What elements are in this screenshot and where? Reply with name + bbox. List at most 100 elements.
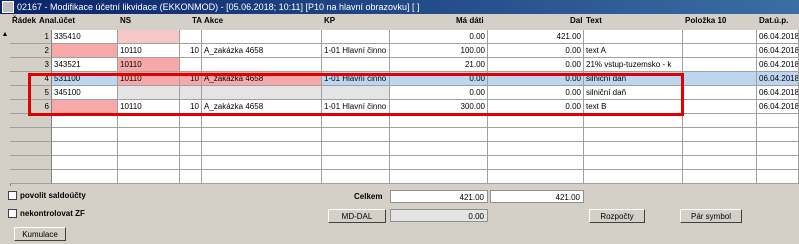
ta-cell[interactable] xyxy=(180,30,202,44)
polozka-cell[interactable] xyxy=(683,44,757,58)
text-cell[interactable]: 21% vstup-tuzemsko - k xyxy=(584,58,683,72)
polozka-cell[interactable] xyxy=(683,100,757,114)
anal-ucet-cell[interactable] xyxy=(52,170,118,184)
dal-cell[interactable]: 0.00 xyxy=(488,86,584,100)
ma-dati-cell[interactable]: 0.00 xyxy=(390,86,488,100)
dat-up-cell[interactable] xyxy=(757,142,799,156)
anal-ucet-cell[interactable] xyxy=(52,44,118,58)
anal-ucet-cell[interactable]: 531100 xyxy=(52,72,118,86)
text-cell[interactable] xyxy=(584,128,683,142)
dal-cell[interactable] xyxy=(488,156,584,170)
ns-cell[interactable] xyxy=(118,142,180,156)
dat-up-cell[interactable]: 06.04.2018 xyxy=(757,86,799,100)
dat-up-cell[interactable] xyxy=(757,128,799,142)
dal-cell[interactable] xyxy=(488,114,584,128)
kp-cell[interactable]: 1-01 Hlavní činno xyxy=(322,44,390,58)
akce-cell[interactable] xyxy=(202,86,322,100)
akce-cell[interactable] xyxy=(202,114,322,128)
ns-cell[interactable]: 10110 xyxy=(118,100,180,114)
row-number-cell[interactable]: 1 xyxy=(10,30,52,44)
ma-dati-cell[interactable] xyxy=(390,128,488,142)
ns-cell[interactable] xyxy=(118,156,180,170)
dat-up-cell[interactable]: 06.04.2018 xyxy=(757,58,799,72)
polozka-cell[interactable] xyxy=(683,114,757,128)
anal-ucet-cell[interactable]: 335410 xyxy=(52,30,118,44)
polozka-cell[interactable] xyxy=(683,58,757,72)
row-number-cell[interactable]: 4 xyxy=(10,72,52,86)
row-number-cell[interactable] xyxy=(10,156,52,170)
ma-dati-cell[interactable] xyxy=(390,114,488,128)
ns-cell[interactable]: 10110 xyxy=(118,58,180,72)
dal-cell[interactable]: 0.00 xyxy=(488,72,584,86)
ta-cell[interactable] xyxy=(180,170,202,184)
anal-ucet-cell[interactable] xyxy=(52,156,118,170)
dat-up-cell[interactable] xyxy=(757,156,799,170)
akce-cell[interactable] xyxy=(202,30,322,44)
anal-ucet-cell[interactable]: 343521 xyxy=(52,58,118,72)
akce-cell[interactable]: A_zakázka 4658 xyxy=(202,72,322,86)
anal-ucet-cell[interactable] xyxy=(52,128,118,142)
dal-cell[interactable] xyxy=(488,170,584,184)
akce-cell[interactable]: A_zakázka 4658 xyxy=(202,44,322,58)
text-cell[interactable]: silniční daň xyxy=(584,86,683,100)
ta-cell[interactable]: 10 xyxy=(180,72,202,86)
polozka-cell[interactable] xyxy=(683,86,757,100)
kumulace-button[interactable]: Kumulace xyxy=(14,227,66,241)
polozka-cell[interactable] xyxy=(683,170,757,184)
col-header-dal[interactable]: Dal xyxy=(570,15,582,27)
ta-cell[interactable] xyxy=(180,142,202,156)
anal-ucet-cell[interactable]: 345100 xyxy=(52,86,118,100)
par-symbol-button[interactable]: Pár symbol xyxy=(680,209,742,223)
text-cell[interactable] xyxy=(584,30,683,44)
ta-cell[interactable] xyxy=(180,156,202,170)
checkbox-box[interactable] xyxy=(8,209,17,219)
dal-cell[interactable]: 421.00 xyxy=(488,30,584,44)
row-number-cell[interactable] xyxy=(10,114,52,128)
kp-cell[interactable]: 1-01 Hlavní činno xyxy=(322,72,390,86)
dal-cell[interactable]: 0.00 xyxy=(488,44,584,58)
kp-cell[interactable] xyxy=(322,128,390,142)
dat-up-cell[interactable] xyxy=(757,114,799,128)
text-cell[interactable]: silniční daň xyxy=(584,72,683,86)
ns-cell[interactable]: 10110 xyxy=(118,72,180,86)
ma-dati-cell[interactable]: 0.00 xyxy=(390,72,488,86)
text-cell[interactable]: text A xyxy=(584,44,683,58)
ns-cell[interactable]: 10110 xyxy=(118,44,180,58)
kp-cell[interactable] xyxy=(322,142,390,156)
ta-cell[interactable]: 10 xyxy=(180,100,202,114)
text-cell[interactable]: text B xyxy=(584,100,683,114)
row-number-cell[interactable] xyxy=(10,170,52,184)
akce-cell[interactable] xyxy=(202,58,322,72)
row-number-cell[interactable]: 6 xyxy=(10,100,52,114)
col-header-ta[interactable]: TA xyxy=(192,15,202,27)
rozpocty-button[interactable]: Rozpočty xyxy=(589,209,645,223)
ma-dati-cell[interactable]: 0.00 xyxy=(390,30,488,44)
col-header-ns[interactable]: NS xyxy=(120,15,131,27)
dat-up-cell[interactable] xyxy=(757,170,799,184)
text-cell[interactable] xyxy=(584,142,683,156)
col-header-radek[interactable]: Řádek xyxy=(12,15,36,27)
col-header-text[interactable]: Text xyxy=(586,15,602,27)
dal-cell[interactable] xyxy=(488,128,584,142)
ma-dati-cell[interactable]: 100.00 xyxy=(390,44,488,58)
col-header-dat-up[interactable]: Dat.ú.p. xyxy=(759,15,788,27)
col-header-polozka[interactable]: Položka 10 xyxy=(685,15,726,27)
ma-dati-cell[interactable] xyxy=(390,156,488,170)
ma-dati-cell[interactable] xyxy=(390,170,488,184)
akce-cell[interactable] xyxy=(202,142,322,156)
polozka-cell[interactable] xyxy=(683,128,757,142)
kp-cell[interactable] xyxy=(322,170,390,184)
anal-ucet-cell[interactable] xyxy=(52,100,118,114)
text-cell[interactable] xyxy=(584,156,683,170)
ta-cell[interactable] xyxy=(180,114,202,128)
polozka-cell[interactable] xyxy=(683,30,757,44)
dat-up-cell[interactable]: 06.04.2018 xyxy=(757,30,799,44)
dat-up-cell[interactable]: 06.04.2018 xyxy=(757,100,799,114)
ma-dati-cell[interactable]: 21.00 xyxy=(390,58,488,72)
ns-cell[interactable] xyxy=(118,170,180,184)
dal-cell[interactable]: 0.00 xyxy=(488,100,584,114)
row-number-cell[interactable]: 5 xyxy=(10,86,52,100)
dal-cell[interactable] xyxy=(488,142,584,156)
row-number-cell[interactable] xyxy=(10,128,52,142)
col-header-anal-ucet[interactable]: Anal.účet xyxy=(39,15,75,27)
